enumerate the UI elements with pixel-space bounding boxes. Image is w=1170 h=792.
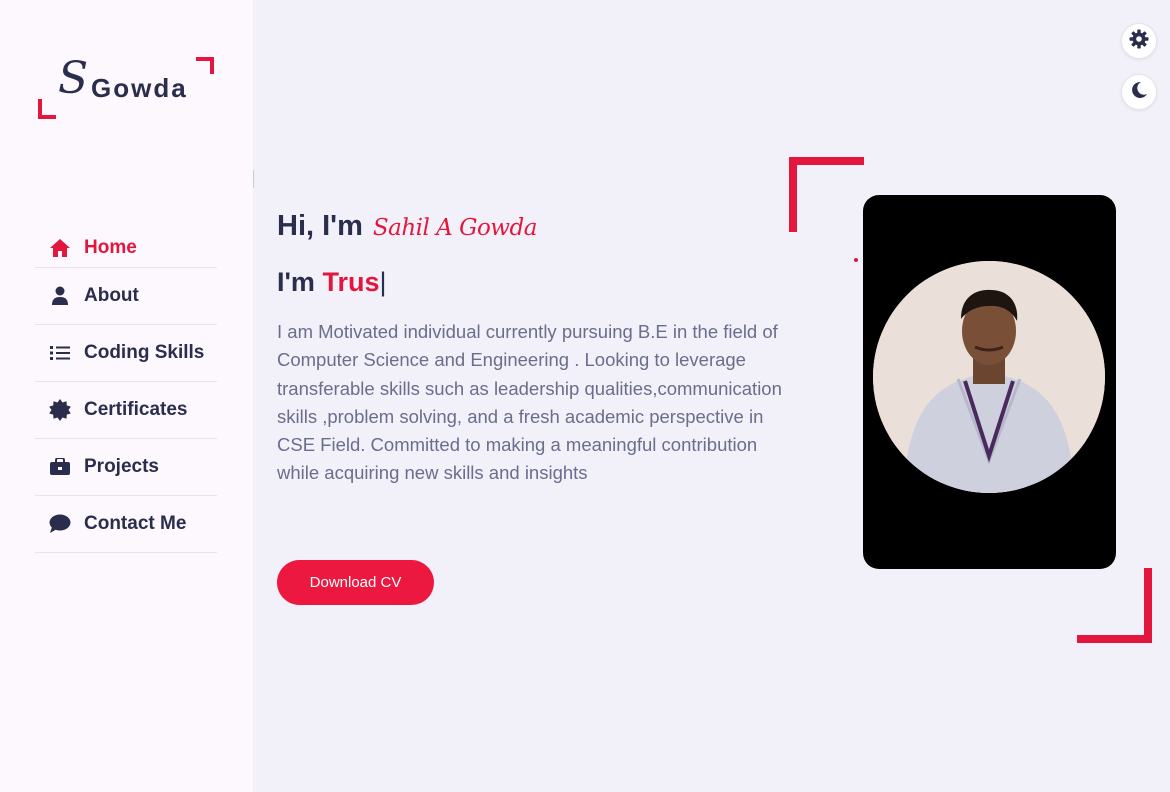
list-icon [48,341,72,365]
logo-letter: S [58,53,89,104]
nav-label: Home [84,236,137,258]
hero-name: Sahil A Gowda [372,215,538,241]
sidebar-divider [253,170,254,188]
hero-role: I'm Trus| [277,267,797,298]
chat-icon [48,512,72,536]
download-cv-button[interactable]: Download CV [277,560,434,605]
hero-description: I am Motivated individual currently purs… [277,321,782,484]
hero-section: Hi, I'm Sahil A Gowda I'm Trus| I am Mot… [277,210,797,488]
gear-icon [1129,29,1149,54]
logo-name: Gowda [91,73,188,103]
hero-greeting: Hi, I'm Sahil A Gowda [277,210,797,243]
nav-item-about[interactable]: About [35,268,217,325]
user-icon [48,284,72,308]
nav-item-coding-skills[interactable]: Coding Skills [35,325,217,382]
briefcase-icon [48,455,72,479]
decor-corner-bottom-right [1077,568,1152,643]
nav-item-projects[interactable]: Projects [35,439,217,496]
settings-button[interactable] [1121,23,1157,59]
nav-label: Projects [84,456,159,477]
profile-photo-card [863,195,1116,569]
role-typed-text: Trus [322,267,380,297]
nav-label: About [84,285,139,306]
role-prefix: I'm [277,267,315,297]
profile-photo [873,261,1105,493]
decor-dot [854,258,858,262]
nav-label: Certificates [84,399,188,420]
decor-corner-top-left [789,157,864,232]
logo[interactable]: S Gowda [38,57,214,119]
nav-item-certificates[interactable]: Certificates [35,382,217,439]
nav-item-home[interactable]: Home [35,228,217,268]
home-icon [48,236,72,260]
typing-cursor: | [379,267,387,297]
moon-icon [1130,81,1148,104]
nav-label: Coding Skills [84,342,205,363]
theme-toggle-button[interactable] [1121,74,1157,110]
nav-item-contact[interactable]: Contact Me [35,496,217,553]
sidebar: S Gowda Home About Coding Skills Certifi… [0,0,253,792]
greeting-text: Hi, I'm [277,210,363,242]
certificate-icon [48,398,72,422]
logo-bracket-bottom-left [38,99,56,119]
logo-bracket-top-right [196,57,214,74]
nav-label: Contact Me [84,513,187,534]
main-nav: Home About Coding Skills Certificates Pr… [35,228,217,553]
